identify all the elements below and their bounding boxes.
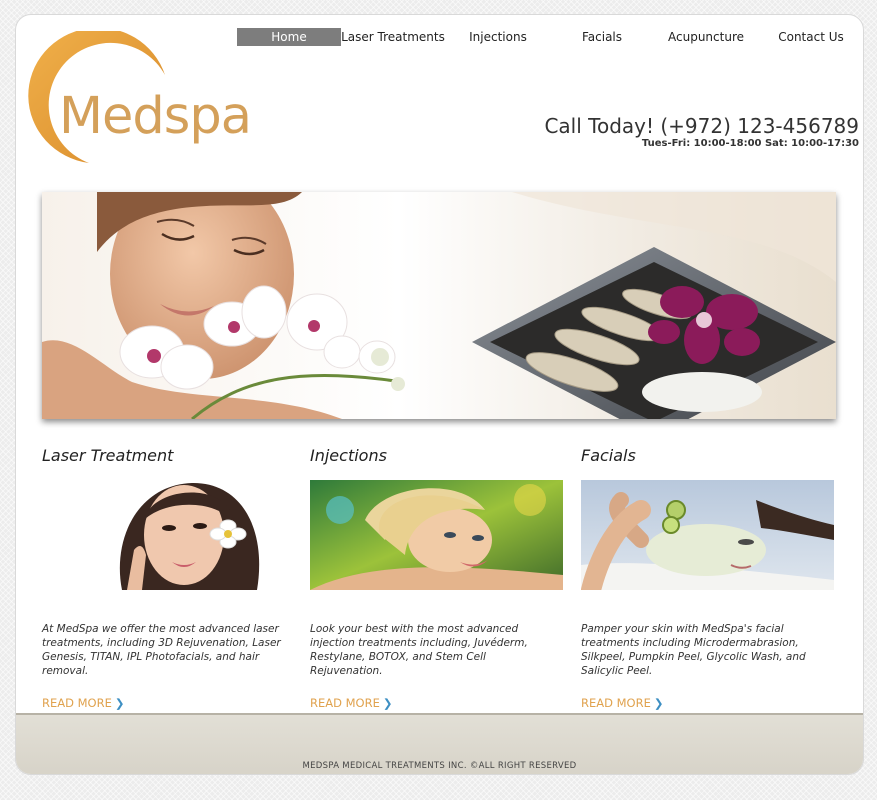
read-more-label: READ MORE: [42, 696, 112, 710]
nav-item-injections[interactable]: Injections: [446, 28, 550, 46]
call-today-text: Call Today! (+972) 123-456789: [544, 114, 859, 138]
section-description: At MedSpa we offer the most advanced las…: [42, 623, 281, 677]
section-description: Pamper your skin with MedSpa's facial tr…: [581, 623, 806, 677]
medspa-logo[interactable]: Medspa: [19, 27, 252, 166]
section-injections: Injections Look your best with the most …: [310, 445, 566, 710]
chevron-right-icon: ❯: [114, 696, 125, 710]
read-more-label: READ MORE: [310, 696, 380, 710]
nav-item-acupuncture[interactable]: Acupuncture: [654, 28, 758, 46]
read-more-label: READ MORE: [581, 696, 651, 710]
page-container: Home Laser Treatments Injections Facials…: [15, 14, 864, 775]
section-title: Facials: [581, 446, 636, 465]
nav-item-laser-treatments[interactable]: Laser Treatments: [341, 28, 445, 46]
footer: MEDSPA MEDICAL TREATMENTS INC. ©ALL RIGH…: [16, 713, 863, 774]
hero-image: [42, 192, 836, 419]
logo-text: Medspa: [59, 87, 252, 146]
read-more-link[interactable]: READ MORE ❯: [42, 696, 125, 710]
nav-item-home[interactable]: Home: [237, 28, 341, 46]
read-more-link[interactable]: READ MORE ❯: [581, 696, 664, 710]
nav-item-facials[interactable]: Facials: [550, 28, 654, 46]
opening-hours: Tues-Fri: 10:00-18:00 Sat: 10:00-17:30: [641, 138, 859, 149]
section-title: Injections: [310, 446, 387, 465]
laser-treatment-image: [42, 480, 295, 590]
hero-banner: [42, 192, 836, 419]
nav-item-contact-us[interactable]: Contact Us: [759, 28, 863, 46]
section-facials: Facials Pamper your skin with MedSpa's f…: [581, 445, 837, 710]
section-laser-treatment: Laser Treatment At MedSpa we offer the m…: [42, 445, 298, 710]
injections-image: [310, 480, 563, 590]
section-title: Laser Treatment: [42, 446, 174, 465]
chevron-right-icon: ❯: [382, 696, 393, 710]
section-description: Look your best with the most advanced in…: [310, 623, 528, 677]
copyright-text: MEDSPA MEDICAL TREATMENTS INC. ©ALL RIGH…: [302, 761, 577, 771]
chevron-right-icon: ❯: [653, 696, 664, 710]
facials-image: [581, 480, 834, 590]
read-more-link[interactable]: READ MORE ❯: [310, 696, 393, 710]
